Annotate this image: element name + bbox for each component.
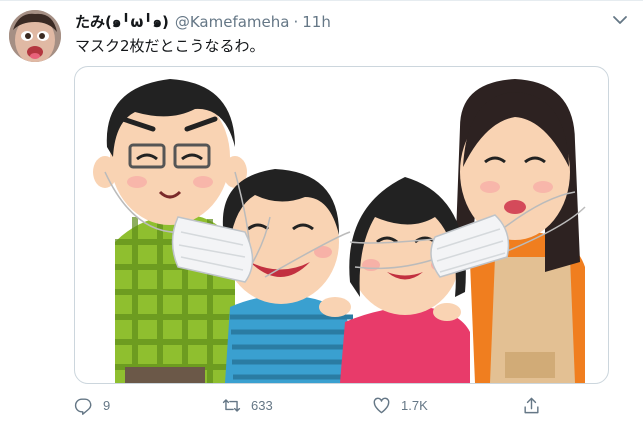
share-icon [524,397,539,413]
user-handle[interactable]: @Kamefameha [175,13,290,31]
girl-figure [340,177,470,383]
retweet-icon [222,398,241,412]
reply-button[interactable]: 9 [74,393,110,417]
family-masks-illustration [93,79,586,383]
separator-dot: · [293,13,299,31]
retweet-count: 633 [251,397,273,413]
like-button[interactable]: 1.7K [372,393,428,417]
heart-icon [373,397,390,413]
timestamp[interactable]: 11h [302,13,331,31]
tweet-actions: 9 633 1.7K [74,393,554,417]
share-button[interactable] [522,393,551,417]
tweet-header: たみ(๑╹ω╹๑) @Kamefameha · 11h [75,11,603,33]
reply-icon [74,397,92,415]
avatar[interactable] [9,10,61,62]
retweet-button[interactable]: 633 [222,393,273,417]
reply-count: 9 [103,397,111,413]
like-count: 1.7K [401,397,428,413]
avatar-image [9,10,61,62]
tweet-media[interactable] [74,66,609,384]
tweet-text: マスク2枚だとこうなるわ。 [75,37,265,55]
tweet-card[interactable]: たみ(๑╹ω╹๑) @Kamefameha · 11h マスク2枚だとこうなるわ… [0,0,643,425]
chevron-down-icon[interactable] [611,13,629,27]
display-name[interactable]: たみ(๑╹ω╹๑) [75,10,169,34]
